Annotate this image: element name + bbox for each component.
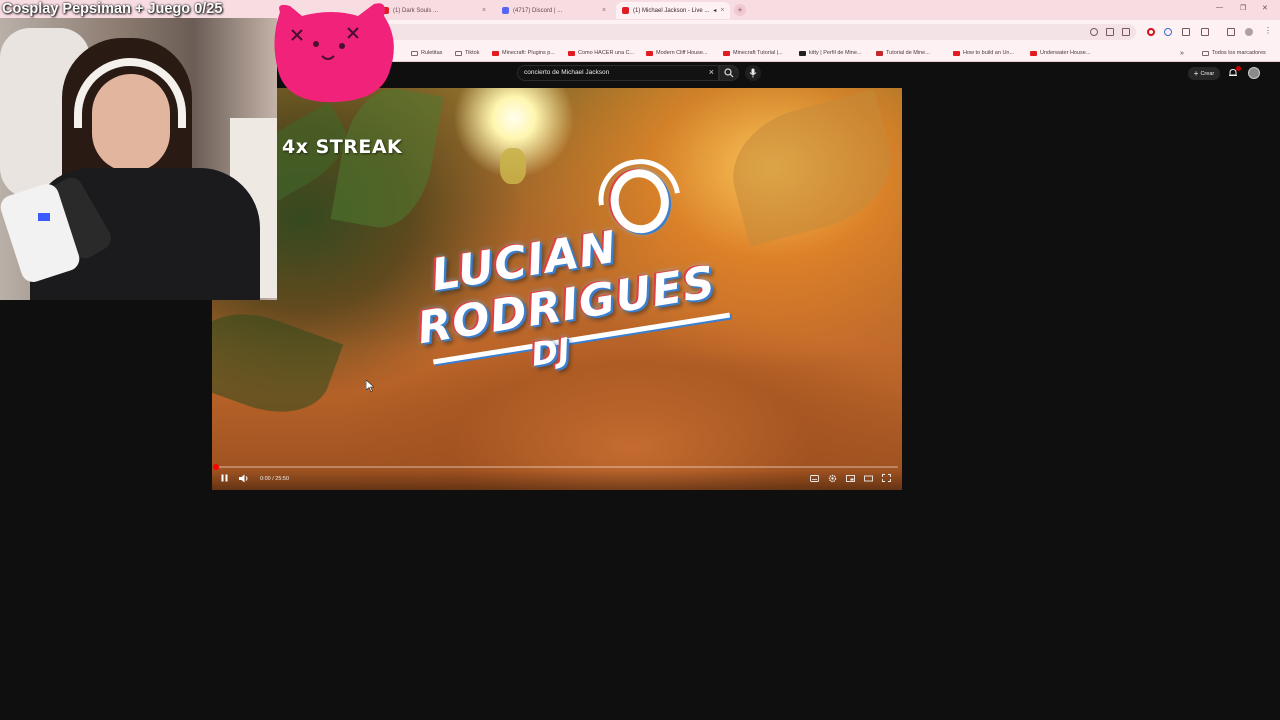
settings-gear-icon[interactable] [828, 474, 837, 485]
time-display: 0:00 / 25:50 [260, 476, 290, 482]
search-query-text: concierto de Michael Jackson [524, 69, 610, 76]
bookmark-label: Tutorial de Mine... [886, 50, 930, 56]
close-window-icon[interactable]: ✕ [1262, 4, 1268, 12]
bookmark-label: How to build an Un... [963, 50, 1015, 56]
cast-icon[interactable] [1227, 28, 1235, 36]
bookmark-item[interactable]: Ruletitas [411, 48, 442, 58]
all-bookmarks-label: Todos los marcadores [1212, 50, 1266, 56]
youtube-icon [646, 50, 653, 56]
bookmark-item[interactable]: Modern Cliff House... [646, 48, 708, 58]
stream-title: Cosplay Pepsiman + Juego 0/25 [2, 1, 223, 17]
bookmark-item[interactable]: How to build an Un... [953, 48, 1014, 58]
bookmark-label: Underwater House... [1040, 50, 1091, 56]
fullscreen-icon[interactable] [882, 474, 891, 484]
close-icon[interactable]: × [602, 7, 606, 14]
player-controls: 0:00 / 25:50 [212, 470, 902, 490]
pink-cat-sticker [274, 3, 394, 103]
volume-icon[interactable] [239, 474, 250, 485]
bookmark-item[interactable]: Minecraft: Plugins p... [492, 48, 555, 58]
tab-3[interactable]: (1) Michael Jackson - Live ... ◂ × [616, 2, 730, 19]
youtube-icon [1030, 50, 1037, 56]
subtitles-icon[interactable] [810, 474, 819, 484]
microphone-icon [749, 68, 757, 78]
address-bar[interactable] [380, 24, 1136, 40]
search-input[interactable]: concierto de Michael Jackson × [517, 65, 719, 81]
bookmark-label: Como HACER una C... [578, 50, 635, 56]
logo-dj-line: DJ [528, 330, 573, 374]
folder-icon [1202, 50, 1209, 56]
webcam-overlay [0, 18, 277, 300]
folder-icon [411, 50, 418, 56]
microphone-light [38, 213, 50, 221]
tab-2[interactable]: (4717) Discord | ... × [496, 2, 612, 19]
close-icon[interactable]: × [482, 7, 486, 14]
youtube-icon [622, 7, 629, 14]
bookmark-item[interactable]: Tutorial de Mine... [876, 48, 930, 58]
downloads-icon[interactable] [1201, 28, 1209, 36]
discord-icon [502, 7, 509, 14]
extension-icon[interactable] [1164, 28, 1172, 36]
progress-bar[interactable] [213, 464, 898, 470]
search-button[interactable] [719, 65, 739, 81]
search-icon [724, 68, 734, 78]
close-icon[interactable]: × [720, 7, 724, 14]
bookmark-label: Minecraft Tutorial |... [733, 50, 783, 56]
mouse-cursor-icon [366, 380, 374, 392]
pause-icon[interactable] [221, 474, 228, 484]
youtube-icon [568, 50, 575, 56]
miniplayer-icon[interactable] [846, 474, 855, 484]
clear-search-icon[interactable]: × [709, 67, 714, 77]
zoom-icon[interactable] [1090, 28, 1098, 36]
create-button[interactable]: + Crear [1188, 67, 1220, 80]
bookmark-label: Tiktok [465, 50, 480, 56]
speaker-icon: ◂ [713, 8, 717, 14]
opera-extension-icon[interactable] [1147, 28, 1155, 36]
account-avatar[interactable] [1248, 67, 1260, 79]
video-player[interactable]: 4x STREAK LUCIAN RODRIGUES DJ 0:00 / 25:… [212, 88, 902, 490]
install-icon[interactable] [1106, 28, 1114, 36]
menu-kebab-icon[interactable]: ⋮ [1264, 26, 1272, 35]
youtube-icon [723, 50, 730, 56]
bookmarks-overflow-chevron[interactable]: » [1180, 48, 1184, 58]
bookmark-item[interactable]: Minecraft Tutorial |... [723, 48, 783, 58]
theater-mode-icon[interactable] [864, 474, 873, 484]
bookmark-label: Modern Cliff House... [656, 50, 708, 56]
notification-badge [1236, 66, 1241, 71]
voice-search-button[interactable] [745, 65, 761, 81]
create-label: Crear [1200, 70, 1215, 77]
youtube-icon [492, 50, 499, 56]
streak-label: 4x STREAK [282, 136, 403, 158]
bookmark-item[interactable]: Tiktok [455, 48, 479, 58]
minimize-icon[interactable]: — [1216, 4, 1223, 11]
bookmark-label: Ruletitas [421, 50, 443, 56]
extension-puzzle-icon[interactable] [1182, 28, 1190, 36]
bookmark-item[interactable]: Underwater House... [1030, 48, 1090, 58]
site-icon [876, 50, 883, 56]
plus-icon: + [1193, 69, 1199, 78]
folder-icon [455, 50, 462, 56]
site-icon [799, 50, 806, 56]
youtube-icon [953, 50, 960, 56]
screen: (1) Dark Souls ... × (4717) Discord | ..… [0, 0, 1280, 720]
bookmark-item[interactable]: kitty | Perfil de Mine... [799, 48, 861, 58]
tab-2-label: (4717) Discord | ... [513, 7, 563, 14]
bookmark-star-icon[interactable] [1122, 28, 1130, 36]
bookmark-label: Minecraft: Plugins p... [502, 50, 555, 56]
tab-3-label: (1) Michael Jackson - Live ... [633, 7, 710, 14]
profile-avatar[interactable] [1245, 28, 1253, 36]
restore-icon[interactable]: ❐ [1240, 4, 1246, 12]
all-bookmarks-button[interactable]: Todos los marcadores [1202, 48, 1266, 58]
new-tab-button[interactable]: + [734, 4, 746, 16]
bookmark-label: kitty | Perfil de Mine... [809, 50, 862, 56]
bookmark-item[interactable]: Como HACER una C... [568, 48, 634, 58]
